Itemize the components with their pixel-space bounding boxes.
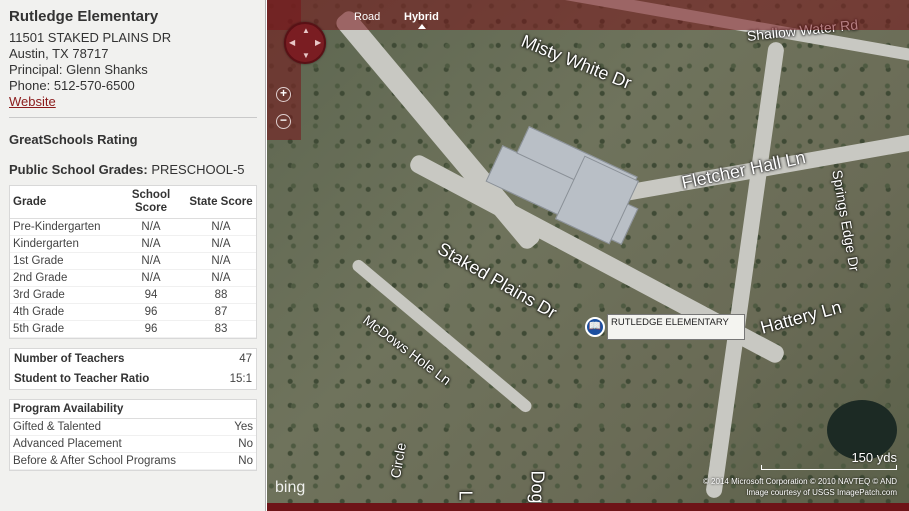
grade-name: Kindergarten <box>10 235 116 253</box>
grade-name: 2nd Grade <box>10 269 116 287</box>
grades-table-box: Grade School Score State Score Pre-Kinde… <box>9 185 257 339</box>
street-label: McDows Hole Ln <box>360 311 455 389</box>
grades-heading: Public School Grades: PRESCHOOL-5 <box>9 162 257 177</box>
grade-name: 5th Grade <box>10 320 116 338</box>
grade-row: 1st Grade N/A N/A <box>10 252 256 270</box>
grades-table: Grade School Score State Score Pre-Kinde… <box>10 186 256 338</box>
street-label: Staked Plains Dr <box>434 238 561 323</box>
map-view[interactable]: Misty White Dr Shallow Water Rd Fletcher… <box>267 0 909 511</box>
school-score: N/A <box>116 218 186 236</box>
grade-row: 2nd Grade N/A N/A <box>10 269 256 287</box>
street-label: Misty White Dr <box>518 30 635 94</box>
grade-row: 4th Grade 96 87 <box>10 303 256 321</box>
grade-row: 3rd Grade 94 88 <box>10 286 256 304</box>
rating-title: GreatSchools Rating <box>9 132 138 147</box>
pan-right-icon[interactable]: ▶ <box>315 39 321 47</box>
grade-name: 3rd Grade <box>10 286 116 304</box>
school-info-panel: Rutledge Elementary 11501 STAKED PLAINS … <box>0 0 266 511</box>
active-tab-caret-icon <box>418 24 426 29</box>
program-label: Before & After School Programs <box>13 455 176 467</box>
map-bottom-bar <box>267 503 909 511</box>
state-score: 88 <box>186 286 256 304</box>
ratio-row: Student to Teacher Ratio 15:1 <box>10 369 256 389</box>
copyright-line-1: © 2014 Microsoft Corporation © 2010 NAVT… <box>702 477 897 486</box>
tab-hybrid[interactable]: Hybrid <box>404 11 439 23</box>
school-name: Rutledge Elementary <box>9 8 159 25</box>
address-line-2: Austin, TX 78717 <box>9 46 109 61</box>
teachers-label: Number of Teachers <box>14 353 125 365</box>
ratio-value: 15:1 <box>229 373 252 385</box>
program-value: No <box>238 455 253 467</box>
program-row: Gifted & Talented Yes <box>10 419 256 436</box>
divider <box>9 117 257 118</box>
pan-down-icon[interactable]: ▼ <box>302 52 310 60</box>
program-label: Advanced Placement <box>13 438 122 450</box>
state-score: 87 <box>186 303 256 321</box>
state-score: 83 <box>186 320 256 338</box>
website-link[interactable]: Website <box>9 94 257 110</box>
zoom-out-icon[interactable]: − <box>276 114 291 129</box>
street-label: Circle <box>387 441 410 480</box>
phone: Phone: 512-570-6500 <box>9 78 135 93</box>
programs-box: Program Availability Gifted & Talented Ye… <box>9 399 257 471</box>
road <box>705 41 785 499</box>
map-copyright: © 2014 Microsoft Corporation © 2010 NAVT… <box>703 476 897 498</box>
program-row: Before & After School Programs No <box>10 453 256 470</box>
state-score: N/A <box>186 218 256 236</box>
pin-label[interactable]: RUTLEDGE ELEMENTARY <box>607 314 745 340</box>
tab-road[interactable]: Road <box>354 11 380 23</box>
principal: Principal: Glenn Shanks <box>9 62 148 77</box>
col-state-score: State Score <box>186 186 256 219</box>
program-value: No <box>238 438 253 450</box>
program-label: Gifted & Talented <box>13 421 102 433</box>
bing-logo: bing <box>275 479 306 496</box>
school-score: 94 <box>116 286 186 304</box>
school-score: 96 <box>116 320 186 338</box>
program-value: Yes <box>234 421 253 433</box>
street-label: Fletcher Hall Ln <box>679 147 808 193</box>
grades-heading-label: Public School Grades: <box>9 162 148 177</box>
teachers-value: 47 <box>239 353 252 365</box>
scale-bar <box>761 465 897 470</box>
state-score: N/A <box>186 269 256 287</box>
pan-up-icon[interactable]: ▲ <box>302 27 310 35</box>
scale-label: 150 yds <box>851 450 897 465</box>
state-score: N/A <box>186 252 256 270</box>
grade-name: 1st Grade <box>10 252 116 270</box>
school-score: N/A <box>116 252 186 270</box>
grade-row: 5th Grade 96 83 <box>10 320 256 338</box>
copyright-line-2: Image courtesy of USGS ImagePatch.com <box>746 488 897 497</box>
pan-left-icon[interactable]: ◀ <box>289 39 295 47</box>
grade-row: Kindergarten N/A N/A <box>10 235 256 253</box>
grades-range: PRESCHOOL-5 <box>151 162 245 177</box>
street-label: Dog <box>527 470 548 504</box>
teachers-row: Number of Teachers 47 <box>10 349 256 369</box>
program-row: Advanced Placement No <box>10 436 256 453</box>
col-grade: Grade <box>10 186 116 219</box>
school-score: N/A <box>116 269 186 287</box>
zoom-in-icon[interactable]: + <box>276 87 291 102</box>
school-pin-icon[interactable]: 📖 <box>585 317 605 337</box>
street-label: L <box>455 490 476 501</box>
programs-title: Program Availability <box>10 400 256 419</box>
pan-control[interactable]: ▲ ▼ ◀ ▶ <box>284 22 326 64</box>
street-label: Springs Edge Dr <box>829 168 863 273</box>
grade-name: 4th Grade <box>10 303 116 321</box>
ratio-label: Student to Teacher Ratio <box>14 373 150 385</box>
state-score: N/A <box>186 235 256 253</box>
school-score: N/A <box>116 235 186 253</box>
grade-name: Pre-Kindergarten <box>10 218 116 236</box>
stats-box: Number of Teachers 47 Student to Teacher… <box>9 348 257 390</box>
address-line-1: 11501 STAKED PLAINS DR <box>9 30 172 45</box>
school-score: 96 <box>116 303 186 321</box>
grade-row: Pre-Kindergarten N/A N/A <box>10 218 256 236</box>
col-school-score: School Score <box>116 186 186 219</box>
street-label: Hattery Ln <box>758 296 844 338</box>
